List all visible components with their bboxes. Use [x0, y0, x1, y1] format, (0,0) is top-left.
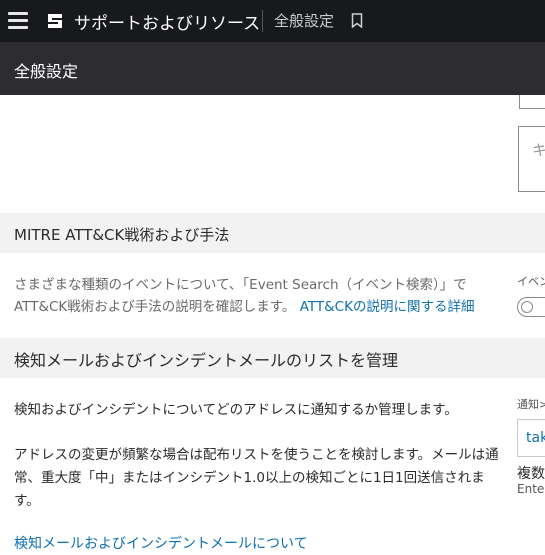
page-header: 全般設定	[0, 42, 545, 95]
detection-email-section-header: 検知メールおよびインシデントメールのリストを管理	[0, 338, 545, 378]
enter-hint: Ente	[517, 482, 545, 496]
mitre-toggle-label: イベン	[517, 275, 545, 288]
falcon-logo-icon[interactable]	[45, 11, 65, 31]
menu-icon[interactable]	[8, 12, 28, 30]
title-divider	[262, 10, 263, 32]
mitre-section-title: MITRE ATT&CK戦術および手法	[14, 226, 230, 244]
app-title[interactable]: サポートおよびリソース	[74, 9, 260, 34]
bookmark-icon[interactable]	[351, 13, 363, 28]
detection-email-description: 検知およびインシデントについてどのアドレスに通知するか管理します。	[14, 402, 458, 418]
page-title: 全般設定	[14, 62, 79, 81]
detection-email-note: アドレスの変更が頻繁な場合は配布リストを使うことを検討します。メールは通常、重大…	[14, 447, 499, 509]
mitre-section-header: MITRE ATT&CK戦術および手法	[0, 213, 545, 253]
notify-email-input[interactable]: tak	[517, 419, 545, 457]
mitre-toggle[interactable]	[517, 297, 545, 317]
breadcrumb[interactable]: 全般設定	[274, 10, 334, 31]
detection-email-about-link[interactable]: 検知メールおよびインシデントメールについて	[14, 533, 308, 553]
top-bar: サポートおよびリソース 全般設定	[0, 0, 545, 42]
detection-email-section-title: 検知メールおよびインシデントメールのリストを管理	[14, 351, 399, 370]
notify-field-label: 通知>	[517, 398, 545, 411]
partial-textarea[interactable]: キ	[518, 126, 545, 192]
mitre-details-link[interactable]: ATT&CKの説明に関する詳細	[300, 299, 475, 315]
toggle-knob	[521, 300, 533, 313]
mitre-desc-line2: ATT&CK戦術および手法の説明を確認します。	[14, 299, 296, 315]
mitre-desc-line1: さまざまな種類のイベントについて、「Event Search（イベント検索）」で	[14, 277, 467, 293]
mitre-description: さまざまな種類のイベントについて、「Event Search（イベント検索）」で…	[14, 274, 509, 318]
multiple-address-label: 複数	[517, 466, 545, 482]
partial-input-field[interactable]	[519, 95, 545, 109]
